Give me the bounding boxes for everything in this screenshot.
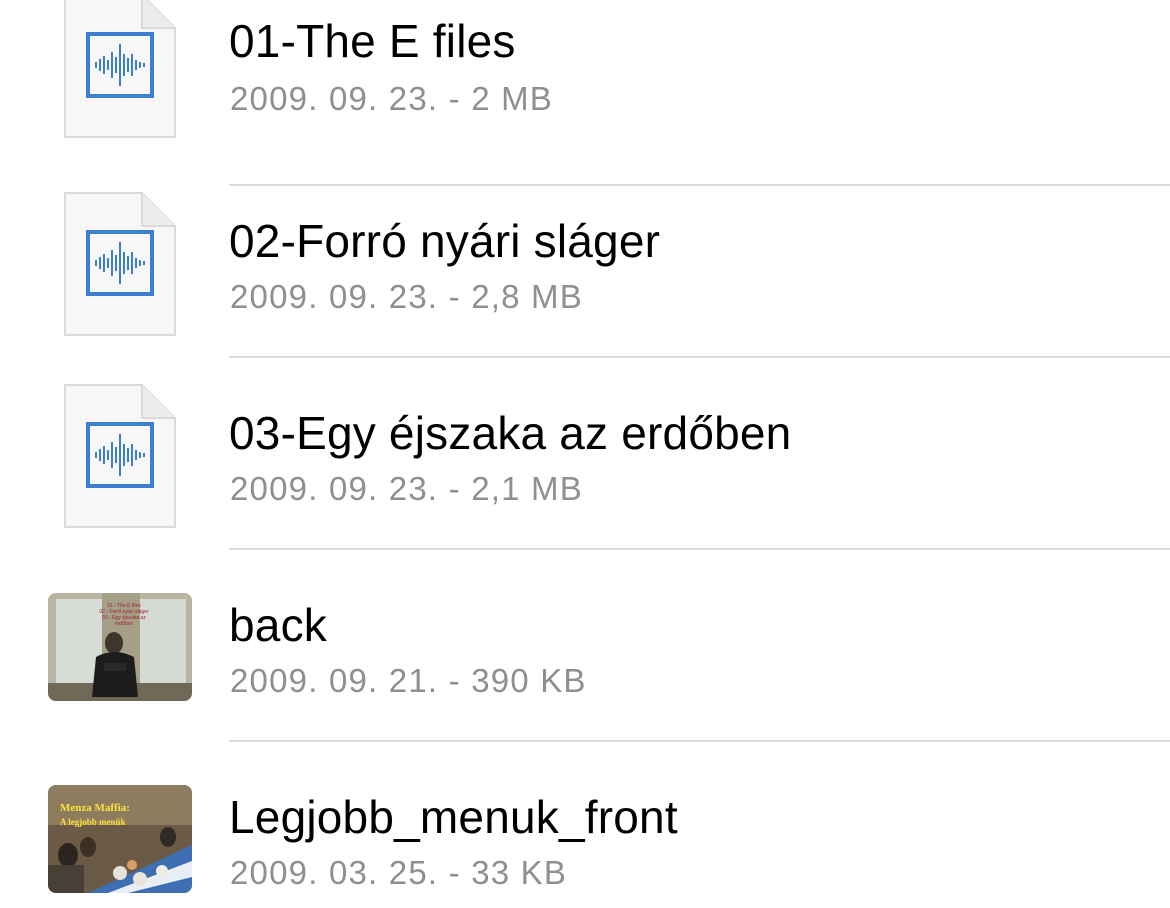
file-name: Legjobb_menuk_front [229,791,678,843]
file-name: 01-The E files [229,15,516,67]
thumbnail-caption: 01 - The E files 02 - Forró nyári sláger… [99,603,149,627]
file-name: back [229,599,327,651]
image-thumbnail: Menza Maffia: A legjobb menük [48,785,192,893]
file-row[interactable]: 01 - The E files 02 - Forró nyári sláger… [0,550,1170,742]
file-list: 01-The E files 2009. 09. 23. - 2 MB 02-F… [0,0,1170,908]
thumbnail-caption: Menza Maffia: A legjobb menük [60,802,130,827]
file-meta: 2009. 09. 23. - 2 MB [230,80,554,117]
image-thumbnail: 01 - The E files 02 - Forró nyári sláger… [48,593,192,701]
file-meta: 2009. 09. 23. - 2,8 MB [230,278,583,315]
audio-file-icon [64,192,176,336]
file-row[interactable]: 03-Egy éjszaka az erdőben 2009. 09. 23. … [0,358,1170,550]
file-meta: 2009. 03. 25. - 33 KB [230,854,568,891]
file-meta: 2009. 09. 23. - 2,1 MB [230,470,583,507]
file-row[interactable]: Menza Maffia: A legjobb menük Legjobb_me… [0,742,1170,908]
file-row[interactable]: 02-Forró nyári sláger 2009. 09. 23. - 2,… [0,166,1170,358]
audio-file-icon [64,0,176,138]
audio-file-icon [64,384,176,528]
file-row[interactable]: 01-The E files 2009. 09. 23. - 2 MB [0,0,1170,186]
file-meta: 2009. 09. 21. - 390 KB [230,662,587,699]
file-name: 02-Forró nyári sláger [229,215,661,267]
file-name: 03-Egy éjszaka az erdőben [229,407,792,459]
